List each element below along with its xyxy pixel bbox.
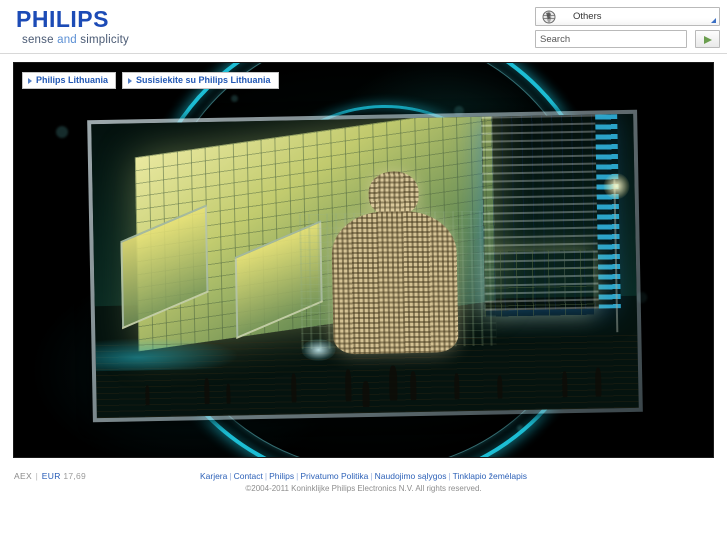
site-footer: AEX | EUR 17,69 Karjera | Contact | Philips |…: [0, 462, 727, 502]
country-selector-value: Others: [573, 11, 602, 22]
footer-link-naudojimo-salygos[interactable]: Naudojimo sąlygos: [375, 471, 447, 481]
tagline-and: and: [57, 34, 77, 46]
search-input[interactable]: [535, 30, 687, 48]
footer-link-separator: |: [229, 471, 232, 481]
tab-label: Philips Lithuania: [36, 75, 109, 85]
arrow-right-icon: [128, 77, 133, 84]
tab-contact-philips-lithuania[interactable]: Susisiekite su Philips Lithuania: [122, 72, 279, 89]
search-submit-button[interactable]: [695, 30, 720, 48]
philips-logo[interactable]: PHILIPS sense and simplicity: [16, 7, 129, 47]
philips-tagline: sense and simplicity: [22, 33, 129, 47]
tagline-simplicity: simplicity: [76, 34, 129, 46]
footer-link-separator: |: [264, 471, 268, 481]
footer-link-separator: |: [296, 471, 299, 481]
search-form: [535, 30, 720, 48]
footer-link-contact[interactable]: Contact: [234, 471, 263, 481]
footer-link-karjera[interactable]: Karjera: [200, 471, 227, 481]
philips-lithuania-homepage: PHILIPS sense and simplicity Others Sear…: [0, 0, 727, 545]
tab-label: Susisiekite su Philips Lithuania: [136, 75, 271, 85]
arrow-right-icon: [28, 77, 32, 84]
copyright-notice: ©2004-2011 Koninklijke Philips Electroni…: [245, 484, 482, 493]
globe-icon: [542, 10, 556, 24]
footer-link-separator: |: [370, 471, 373, 481]
corner-resize-icon: [711, 18, 716, 23]
tab-philips-lithuania[interactable]: Philips Lithuania: [22, 72, 117, 89]
footer-link-privatumo-politika[interactable]: Privatumo Politika: [300, 471, 368, 481]
philips-wordmark: PHILIPS: [16, 6, 109, 32]
hero-photo-frame: [87, 109, 643, 423]
hero-photo: [91, 113, 639, 419]
tagline-sense: sense: [22, 34, 58, 46]
footer-links: Karjera | Contact | Philips | Privatumo Politi…: [0, 471, 727, 482]
footer-link-separator: |: [448, 471, 451, 481]
hero-banner[interactable]: Philips Lithuania Susisiekite su Philips…: [13, 62, 714, 458]
footer-link-philips[interactable]: Philips: [269, 471, 294, 481]
footer-link-tinklapio-zemelapis[interactable]: Tinklapio žemėlapis: [453, 471, 527, 481]
play-arrow-icon: [704, 36, 712, 44]
site-header: PHILIPS sense and simplicity Others: [0, 0, 727, 54]
page-bottom-whitespace: [0, 502, 727, 545]
hero-tab-bar: Philips Lithuania Susisiekite su Philips…: [22, 72, 279, 89]
country-selector[interactable]: Others: [535, 7, 720, 26]
plaza-visitors: [91, 114, 639, 418]
